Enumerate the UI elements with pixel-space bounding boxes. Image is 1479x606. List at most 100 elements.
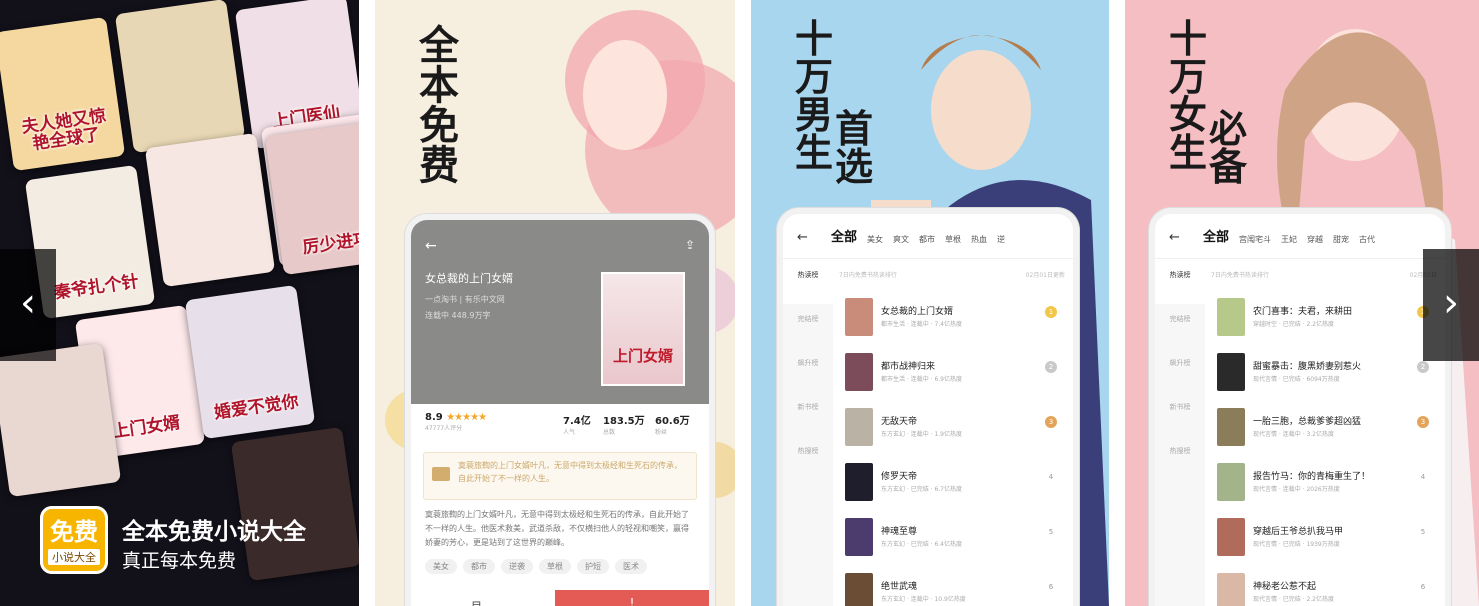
book-thumbnail (1217, 298, 1245, 336)
tag[interactable]: 护短 (577, 559, 609, 574)
stat-fans: 60.6万粉丝 (655, 412, 690, 436)
book-name: 农门喜事：夫君，来耕田 (1253, 307, 1353, 317)
list-item[interactable]: 神魂至尊 东方玄幻 · 已完结 · 6.4亿热度 5 (839, 512, 1065, 567)
vertical-heading: 十万男生 (795, 20, 833, 172)
rank-number: 2 (1045, 361, 1057, 373)
stat-value: 7.4亿 (563, 416, 591, 427)
book-cover (144, 132, 276, 288)
book-intro: 寞蓑旅鞫的上门女婿叶凡，无意中得到太极经和生死石的传承，自此开始了不一样的人生。… (425, 510, 689, 547)
promo-subline: 真正每本免费 (122, 550, 237, 572)
tag[interactable]: 医术 (615, 559, 647, 574)
list-item[interactable]: 农门喜事：夫君，来耕田穿越时空 · 已完结 · 2.2亿热度1 (1211, 292, 1437, 347)
ranking-type-item[interactable]: 完结榜 (783, 304, 833, 348)
list-item[interactable]: 穿越后王爷总扒我马甲 现代言情 · 已完结 · 1939万热度 5 (1211, 512, 1437, 567)
stat-total: 183.5万 总数 (603, 412, 645, 436)
list-item[interactable]: 神秘老公惹不起 现代言情 · 已完结 · 2.2亿热度 6 (1211, 567, 1437, 606)
book-cover-title (138, 124, 237, 138)
book-name: 无敌天帝 (881, 417, 918, 427)
vertical-heading: 十万女生 (1169, 20, 1207, 172)
tag[interactable]: 都市 (463, 559, 495, 574)
category-tab[interactable]: 都市 (919, 234, 935, 245)
back-arrow-icon[interactable]: ← (1169, 230, 1180, 245)
category-tab[interactable]: 热血 (971, 234, 987, 245)
category-tab[interactable]: 全部 (831, 226, 857, 245)
ranking-sidebar: 热读榜 完结榜 飙升榜 新书榜 热搜榜 (783, 260, 833, 606)
app-logo: 免费 小说大全 (40, 506, 108, 574)
share-icon[interactable]: ⇪ (685, 238, 695, 252)
rank-number: 1 (1045, 306, 1057, 318)
list-item[interactable]: 修罗天帝 东方玄幻 · 已完结 · 6.7亿热度 4 (839, 457, 1065, 512)
previous-arrow-icon[interactable]: ‹ (0, 249, 56, 361)
book-meta: 现代言情 · 已完结 · 2.2亿热度 (1253, 596, 1334, 603)
category-tab[interactable]: 草根 (945, 234, 961, 245)
category-tab[interactable]: 古代 (1359, 234, 1375, 245)
stat-label: 粉丝 (655, 429, 668, 436)
category-tab[interactable]: 爽文 (893, 234, 909, 245)
book-name: 修罗天帝 (881, 472, 918, 482)
stat-label: 人气 (563, 429, 576, 436)
list-item[interactable]: 绝世武魂 东方玄幻 · 连载中 · 10.9亿热度 6 (839, 567, 1065, 606)
ranking-type-item[interactable]: 热读榜 (1155, 260, 1205, 304)
ranking-caption: 7日内免费书热读排行02月01日 (1211, 270, 1437, 279)
heading-char: 必 (1209, 106, 1248, 151)
book-header: ← ⇪ 女总裁的上门女婿 一点淘书 | 有乐中文网 连载中 448.9万字 上门… (411, 220, 709, 404)
list-item[interactable]: 报告竹马：你的青梅重生了！ 现代言情 · 连载中 · 2026万热度 4 (1211, 457, 1437, 512)
read-button[interactable]: ! (555, 590, 709, 606)
list-item[interactable]: 女总裁的上门女婿 都市生活 · 连载中 · 7.4亿热度 1 (839, 292, 1065, 347)
heading-char: 免 (419, 102, 459, 149)
rating-count: 47777人评分 (425, 425, 463, 432)
ranking-type-item[interactable]: 飙升榜 (1155, 348, 1205, 392)
book-thumbnail (1217, 353, 1245, 391)
ranking-type-item[interactable]: 完结榜 (1155, 304, 1205, 348)
category-tab[interactable]: 宫闱宅斗 (1239, 234, 1271, 245)
category-tab[interactable]: 逆 (997, 234, 1005, 245)
tag[interactable]: 美女 (425, 559, 457, 574)
ranking-type-item[interactable]: 热搜榜 (783, 436, 833, 480)
promo-headline: 全本免费小说大全 (122, 518, 306, 545)
book-status: 连载中 448.9万字 (425, 311, 491, 320)
category-tab[interactable]: 全部 (1203, 226, 1229, 245)
category-tab[interactable]: 甜宠 (1333, 234, 1349, 245)
vertical-heading: 全 本 免 费 (419, 26, 459, 186)
app-logo-bottom: 小说大全 (48, 549, 100, 565)
book-cover (230, 426, 359, 582)
list-item[interactable]: 一胎三胞，总裁爹爹超凶猛 现代言情 · 连载中 · 3.2亿热度 3 (1211, 402, 1437, 457)
book-cover: 婚爱不觉你 (184, 284, 316, 440)
book-meta: 东方玄幻 · 连载中 · 10.9亿热度 (881, 596, 966, 603)
list-item[interactable]: 甜蜜暴击：腹黑娇妻别惹火 现代言情 · 已完结 · 6094万热度 2 (1211, 347, 1437, 402)
category-tab[interactable]: 王妃 (1281, 234, 1297, 245)
ranking-type-item[interactable]: 新书榜 (1155, 392, 1205, 436)
ranking-type-item[interactable]: 热搜榜 (1155, 436, 1205, 480)
ranking-type-item[interactable]: 热读榜 (783, 260, 833, 304)
category-tabs: 全部 宫闱宅斗 王妃 穿越 甜宠 古代 (1203, 226, 1385, 245)
category-tab[interactable]: 穿越 (1307, 234, 1323, 245)
book-meta: 现代言情 · 已完结 · 1939万热度 (1253, 541, 1340, 548)
update-date: 02月01日更新 (1025, 272, 1065, 279)
next-arrow-icon[interactable]: › (1423, 249, 1479, 361)
category-tab[interactable]: 美女 (867, 234, 883, 245)
book-thumbnail (845, 518, 873, 556)
book-name: 报告竹马：你的青梅重生了！ (1253, 472, 1371, 482)
list-item[interactable]: 都市战神归来 都市生活 · 连载中 · 6.9亿热度 2 (839, 347, 1065, 402)
ranking-type-item[interactable]: 飙升榜 (783, 348, 833, 392)
tag[interactable]: 草根 (539, 559, 571, 574)
book-title: 女总裁的上门女婿 (425, 272, 513, 285)
heading-char: 备 (1209, 144, 1248, 189)
stat-popularity: 7.4亿人气 (563, 412, 591, 436)
tag[interactable]: 逆袭 (501, 559, 533, 574)
vertical-heading-accent: 首选 (835, 110, 873, 186)
back-arrow-icon[interactable]: ← (797, 230, 808, 245)
book-cover-title (254, 552, 353, 566)
list-item[interactable]: 无敌天帝 东方玄幻 · 连载中 · 1.9亿热度 3 (839, 402, 1065, 457)
summary-notice[interactable]: 寞蓑旅鞫的上门女婿叶凡，无意中得到太极经和生死石的传承，自此开始了不一样的人生。 (423, 452, 697, 500)
ranking-sidebar: 热读榜 完结榜 飙升榜 新书榜 热搜榜 (1155, 260, 1205, 606)
ranking-header: ← 全部 美女 爽文 都市 草根 热血逆 (783, 214, 1073, 259)
book-detail-phone: ← ⇪ 女总裁的上门女婿 一点淘书 | 有乐中文网 连载中 448.9万字 上门… (405, 214, 715, 606)
stat-value: 60.6万 (655, 416, 690, 427)
book-stats: 8.9 ★★★★★ 47777人评分 7.4亿 人气 183.5万 总数 60.6万粉… (411, 406, 709, 446)
rank-number: 4 (1048, 473, 1054, 481)
book-thumbnail (845, 463, 873, 501)
ranking-type-item[interactable]: 新书榜 (783, 392, 833, 436)
back-arrow-icon[interactable]: ← (425, 238, 437, 254)
catalog-button[interactable]: 目 (471, 598, 482, 606)
